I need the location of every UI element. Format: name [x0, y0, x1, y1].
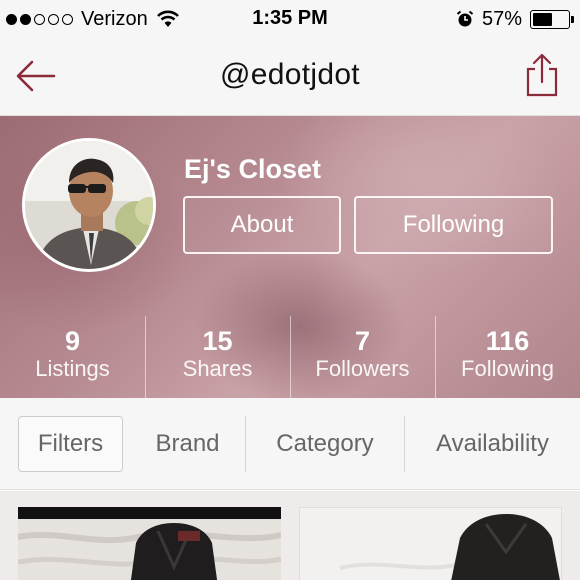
- profile-stats: 9 Listings 15 Shares 7 Followers 116 Fol…: [0, 316, 580, 398]
- stat-value: 116: [485, 326, 530, 356]
- profile-photo: [25, 141, 153, 269]
- battery-level: [533, 12, 553, 26]
- filters-button[interactable]: Filters: [18, 416, 123, 472]
- listing-photo: [18, 507, 281, 580]
- about-button[interactable]: About: [183, 196, 341, 254]
- stat-label: Followers: [315, 356, 410, 381]
- stat-label: Following: [461, 356, 554, 381]
- alarm-clock-icon: [456, 10, 474, 27]
- category-filter[interactable]: Category: [246, 416, 404, 472]
- stat-value: 9: [64, 326, 81, 356]
- availability-filter[interactable]: Availability: [405, 416, 580, 472]
- listing-photo: [300, 508, 561, 580]
- stat-listings[interactable]: 9 Listings: [0, 316, 145, 398]
- stat-value: 15: [202, 326, 233, 356]
- listing-grid: [0, 491, 580, 580]
- brand-filter[interactable]: Brand: [130, 416, 245, 472]
- stat-label: Listings: [35, 356, 110, 381]
- page-title: @edotjdot: [220, 58, 360, 91]
- stat-label: Shares: [182, 356, 253, 381]
- listing-tile[interactable]: [18, 507, 281, 580]
- stat-shares[interactable]: 15 Shares: [145, 316, 290, 398]
- following-button[interactable]: Following: [354, 196, 553, 254]
- profile-header: Ej's Closet About Following 9 Listings 1…: [0, 116, 580, 398]
- listing-tile[interactable]: [299, 507, 562, 580]
- share-icon: [526, 53, 558, 97]
- filter-bar: Filters Brand Category Availability: [0, 398, 580, 490]
- stat-value: 7: [354, 326, 371, 356]
- status-right: 57%: [456, 7, 574, 31]
- stat-followers[interactable]: 7 Followers: [290, 316, 435, 398]
- battery-percent: 57%: [481, 7, 522, 30]
- share-button[interactable]: [524, 52, 560, 98]
- status-bar: Verizon 1:35 PM 57%: [0, 0, 580, 38]
- closet-name: Ej's Closet: [184, 154, 321, 184]
- stat-following[interactable]: 116 Following: [435, 316, 580, 398]
- nav-bar: @edotjdot: [0, 38, 580, 116]
- avatar[interactable]: [22, 138, 156, 272]
- battery-icon: [530, 9, 574, 29]
